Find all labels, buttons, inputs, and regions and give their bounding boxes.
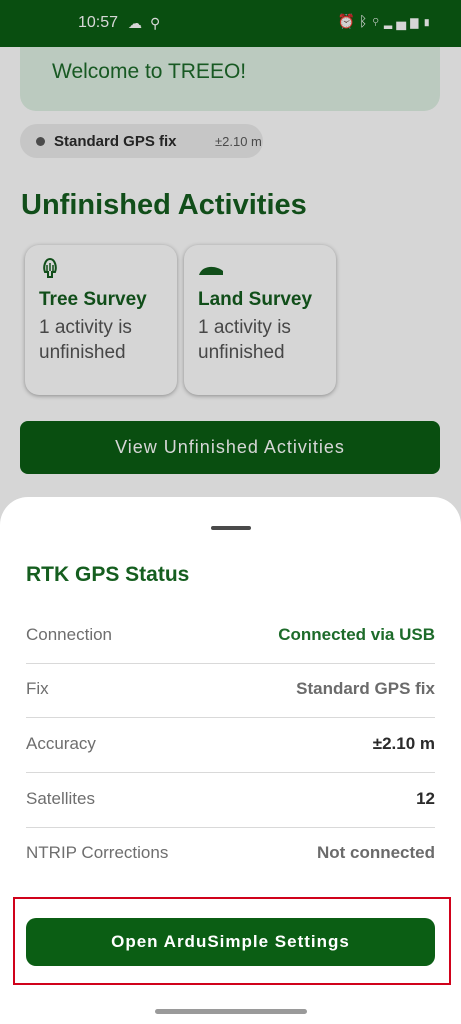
status-row-connection: Connection Connected via USB (26, 609, 435, 664)
row-key: Connection (26, 625, 113, 644)
row-key: Satellites (26, 789, 95, 808)
row-value: Standard GPS fix (296, 679, 435, 698)
row-value: ±2.10 m (372, 734, 435, 753)
status-row-ntrip: NTRIP Corrections Not connected (26, 827, 435, 881)
row-key: Fix (26, 679, 49, 698)
navigation-gesture-bar[interactable] (155, 1009, 307, 1014)
row-value: Not connected (316, 843, 435, 862)
status-row-accuracy: Accuracy ±2.10 m (26, 718, 435, 773)
row-value: 12 (416, 789, 435, 808)
row-key: Accuracy (26, 734, 96, 753)
open-ardusimple-settings-button[interactable]: Open ArduSimple Settings (26, 918, 435, 966)
drag-handle[interactable] (211, 526, 251, 530)
row-value: Connected via USB (278, 625, 435, 644)
sheet-title: RTK GPS Status (26, 563, 190, 586)
status-row-fix: Fix Standard GPS fix (26, 663, 435, 718)
row-key: NTRIP Corrections (26, 843, 169, 862)
status-row-satellites: Satellites 12 (26, 773, 435, 828)
